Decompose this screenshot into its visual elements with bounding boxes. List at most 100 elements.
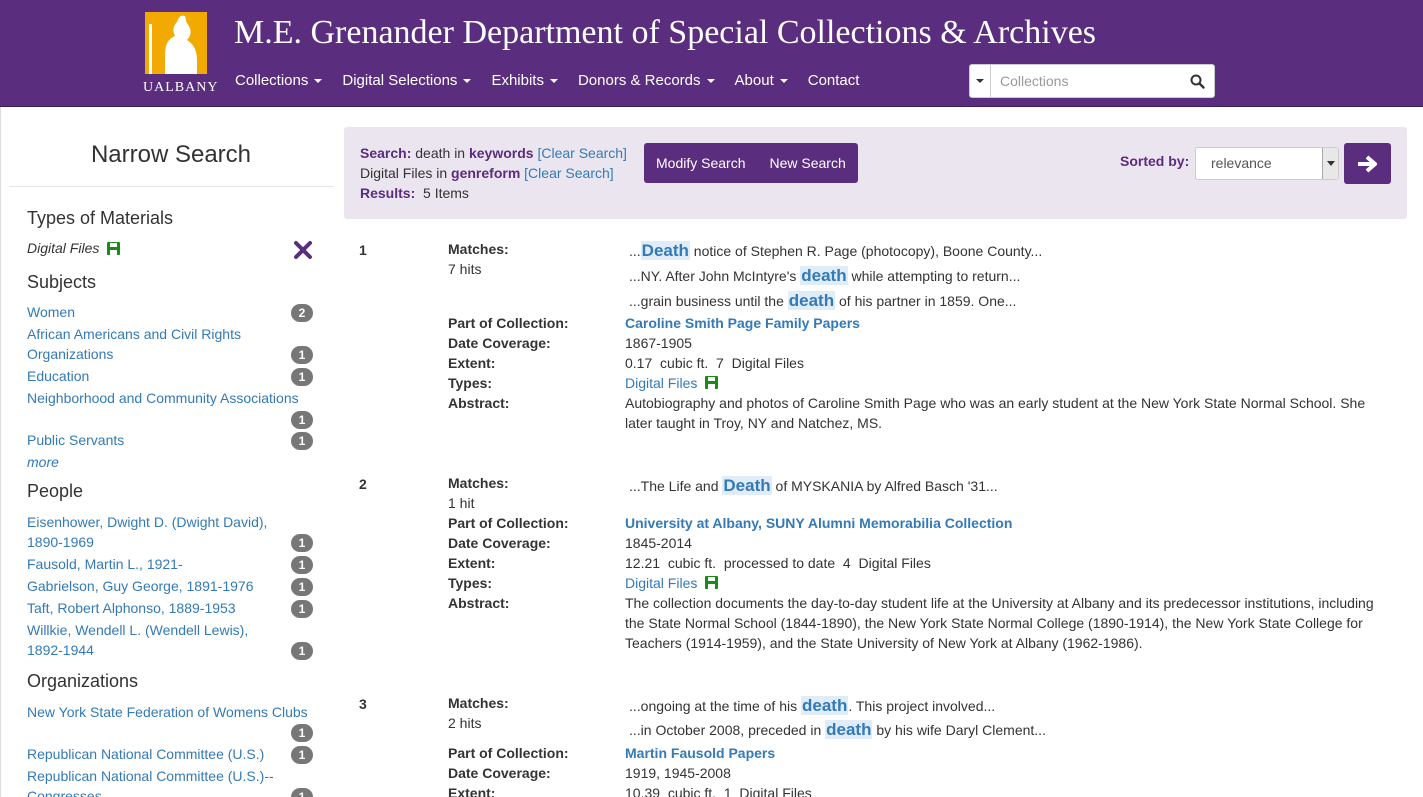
snippet-text: ...in October 2008, preceded in bbox=[629, 722, 826, 738]
search-summary-panel: Search: death in keywords [Clear Search]… bbox=[344, 127, 1407, 219]
extent-label: Extent: bbox=[448, 555, 496, 571]
abstract-text: Autobiography and photos of Caroline Smi… bbox=[625, 395, 1366, 431]
facet-african-americans-cont[interactable]: Organizations bbox=[27, 344, 113, 364]
type-link[interactable]: Digital Files bbox=[625, 575, 719, 591]
filter-field: genreform bbox=[451, 165, 521, 181]
caret-down-icon bbox=[463, 78, 472, 83]
snippet-text: of MYSKANIA by Alfred Basch '31... bbox=[771, 478, 998, 494]
facet-fausold[interactable]: Fausold, Martin L., 1921- bbox=[27, 554, 183, 574]
selected-facet-label: Digital Files bbox=[27, 240, 100, 256]
facet-public-servants[interactable]: Public Servants bbox=[27, 430, 124, 450]
facet-rnc-congresses-cont[interactable]: Congresses bbox=[27, 786, 102, 797]
collection-link[interactable]: Caroline Smith Page Family Papers bbox=[625, 315, 860, 331]
clear-search-link[interactable]: [Clear Search] bbox=[537, 145, 626, 161]
nav-label: Collections bbox=[235, 72, 309, 89]
in-word: in bbox=[454, 145, 466, 161]
count-badge: 1 bbox=[291, 600, 313, 618]
search-button[interactable] bbox=[1181, 65, 1214, 97]
part-of-label: Part of Collection: bbox=[448, 745, 569, 761]
sort-select[interactable]: relevance bbox=[1195, 147, 1339, 180]
header-search bbox=[969, 64, 1215, 98]
selected-facet: Digital Files bbox=[27, 240, 121, 256]
search-label: Search: bbox=[360, 145, 412, 161]
nav-exhibits[interactable]: Exhibits bbox=[491, 72, 558, 89]
count-badge: 1 bbox=[291, 746, 313, 764]
facet-rnc-congresses[interactable]: Republican National Committee (U.S.)-- bbox=[27, 766, 274, 786]
new-search-button[interactable]: New Search bbox=[757, 143, 857, 183]
nav-collections[interactable]: Collections bbox=[235, 72, 323, 89]
count-badge: 1 bbox=[291, 411, 313, 429]
snippet-highlight: Death bbox=[722, 476, 772, 495]
sorted-by-label: Sorted by: bbox=[1120, 153, 1190, 169]
collection-link[interactable]: Martin Fausold Papers bbox=[625, 745, 775, 761]
nav-about[interactable]: About bbox=[735, 72, 788, 89]
more-link[interactable]: more bbox=[27, 454, 59, 470]
type-label: Digital Files bbox=[625, 575, 698, 591]
collection-link[interactable]: University at Albany, SUNY Alumni Memora… bbox=[625, 515, 1012, 531]
facet-rnc[interactable]: Republican National Committee (U.S.) bbox=[27, 744, 264, 764]
sidebar-title: Narrow Search bbox=[90, 141, 252, 168]
abstract-label: Abstract: bbox=[448, 595, 510, 611]
facet-african-americans[interactable]: African Americans and Civil Rights bbox=[27, 324, 241, 344]
nav-digital-selections[interactable]: Digital Selections bbox=[342, 72, 472, 89]
snippet-highlight: death bbox=[800, 266, 848, 285]
facet-women[interactable]: Women bbox=[27, 302, 75, 322]
snippet-highlight: Death bbox=[640, 241, 690, 260]
date-label: Date Coverage: bbox=[448, 535, 551, 551]
sort-value: relevance bbox=[1211, 155, 1272, 171]
matches-label: Matches: bbox=[448, 695, 509, 711]
facet-eisenhower-cont[interactable]: 1890-1969 bbox=[27, 532, 94, 552]
search-input[interactable] bbox=[990, 65, 1181, 97]
site-title[interactable]: M.E. Grenander Department of Special Col… bbox=[234, 14, 1096, 52]
count-badge: 1 bbox=[291, 556, 313, 574]
in-word: in bbox=[436, 165, 448, 181]
results-line: Results: 5 Items bbox=[360, 185, 469, 201]
abstract-label: Abstract: bbox=[448, 395, 510, 411]
facet-neighborhood[interactable]: Neighborhood and Community Associations bbox=[27, 388, 299, 408]
result-number: 1 bbox=[359, 242, 367, 258]
modify-search-button[interactable]: Modify Search bbox=[644, 143, 757, 183]
facet-nysfwc[interactable]: New York State Federation of Womens Club… bbox=[27, 702, 308, 722]
snippet-highlight: death bbox=[825, 720, 873, 739]
facet-taft[interactable]: Taft, Robert Alphonso, 1889-1953 bbox=[27, 598, 236, 618]
filter-term: Digital Files bbox=[360, 165, 433, 181]
facet-education[interactable]: Education bbox=[27, 366, 89, 386]
hits-count: 2 hits bbox=[448, 715, 482, 731]
search-term: death bbox=[415, 145, 451, 161]
count-badge: 1 bbox=[291, 534, 313, 552]
snippet: ...ongoing at the time of his death. Thi… bbox=[629, 696, 995, 716]
date-value: 1845-2014 bbox=[625, 535, 692, 551]
facet-willkie[interactable]: Willkie, Wendell L. (Wendell Lewis), bbox=[27, 620, 248, 640]
floppy-disk-icon bbox=[705, 576, 719, 589]
part-of-label: Part of Collection: bbox=[448, 315, 569, 331]
results-count: 5 Items bbox=[423, 185, 469, 201]
matches-label: Matches: bbox=[448, 241, 509, 257]
facet-willkie-cont[interactable]: 1892-1944 bbox=[27, 640, 94, 660]
date-value: 1919, 1945-2008 bbox=[625, 765, 731, 781]
facet-gabrielson[interactable]: Gabrielson, Guy George, 1891-1976 bbox=[27, 576, 253, 596]
type-label: Digital Files bbox=[625, 375, 698, 391]
nav-label: Contact bbox=[807, 72, 860, 89]
divider bbox=[9, 186, 334, 187]
nav-label: Donors & Records bbox=[577, 72, 701, 89]
nav-donors-records[interactable]: Donors & Records bbox=[578, 72, 715, 89]
facet-eisenhower[interactable]: Eisenhower, Dwight D. (Dwight David), bbox=[27, 512, 267, 532]
filter-line: Digital Files in genreform [Clear Search… bbox=[360, 165, 614, 181]
sort-go-button[interactable] bbox=[1344, 143, 1391, 184]
count-badge: 1 bbox=[291, 724, 313, 742]
narrow-search-sidebar: Narrow Search Types of Materials Digital… bbox=[0, 107, 334, 797]
nav-contact[interactable]: Contact bbox=[808, 72, 860, 89]
floppy-disk-icon bbox=[107, 241, 121, 255]
snippet-text: by his wife Daryl Clement... bbox=[872, 722, 1046, 738]
site-header: UALBANY M.E. Grenander Department of Spe… bbox=[0, 0, 1423, 107]
arrow-right-icon bbox=[1357, 154, 1377, 173]
count-badge: 1 bbox=[291, 788, 313, 797]
clear-filter-link[interactable]: [Clear Search] bbox=[524, 165, 613, 181]
types-heading: Types of Materials bbox=[27, 208, 174, 228]
search-field: keywords bbox=[468, 145, 534, 161]
search-scope-dropdown[interactable] bbox=[970, 65, 991, 97]
snippet-text: notice of Stephen R. Page (photocopy), B… bbox=[689, 243, 1043, 259]
caret-down-icon bbox=[706, 78, 715, 83]
remove-facet-icon[interactable] bbox=[292, 239, 314, 261]
type-link[interactable]: Digital Files bbox=[625, 375, 719, 391]
